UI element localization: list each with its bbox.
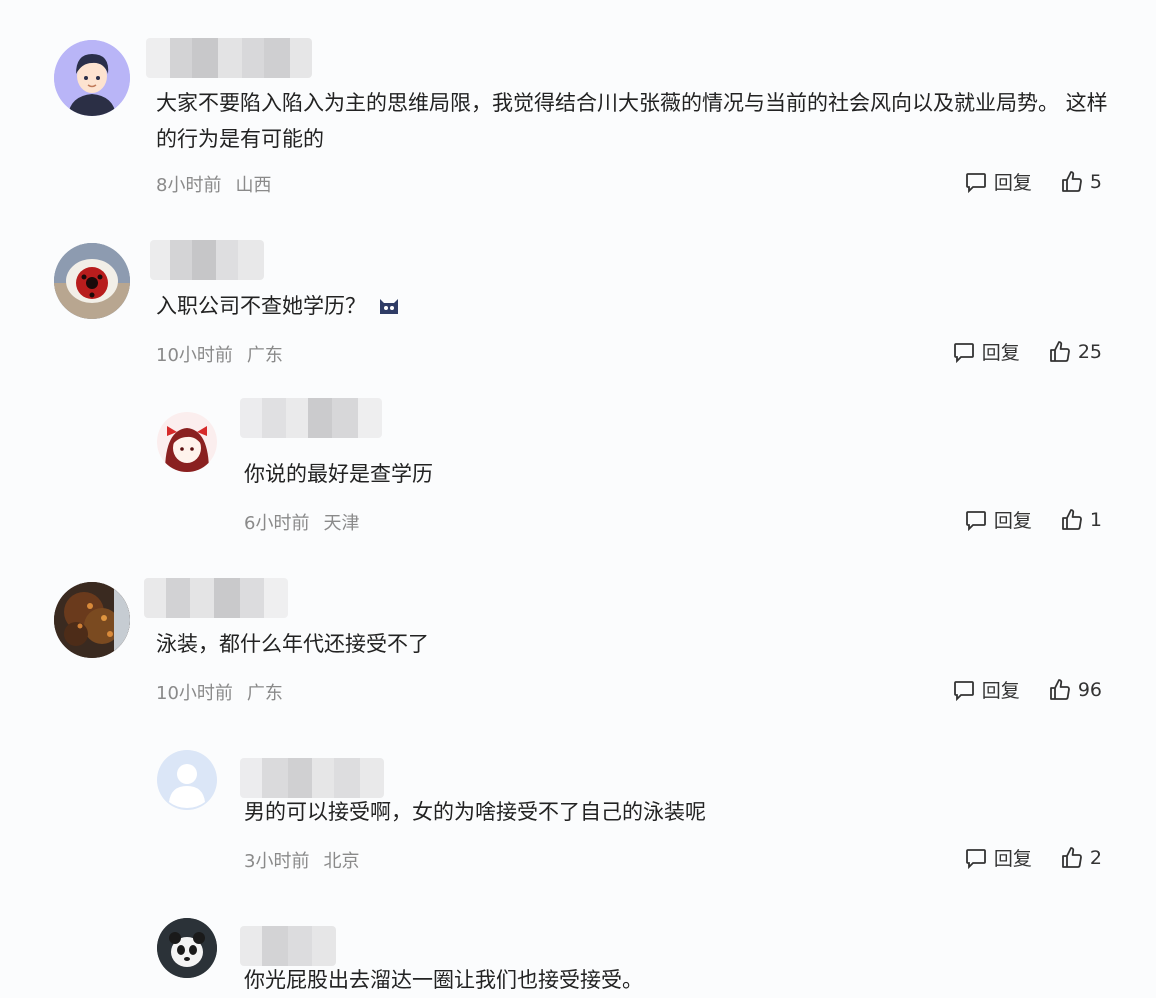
reply-actions: 回复 1 xyxy=(964,506,1102,533)
comment-meta: 10小时前 广东 xyxy=(156,341,283,367)
comment-meta: 8小时前 山西 xyxy=(156,171,271,197)
reply-button[interactable]: 回复 xyxy=(952,338,1020,365)
like-button[interactable]: 96 xyxy=(1048,678,1102,702)
avatar[interactable] xyxy=(157,412,217,472)
comment-time: 10小时前 xyxy=(156,683,233,704)
username-blurred[interactable] xyxy=(144,578,288,618)
reply-label: 回复 xyxy=(981,680,1020,702)
reply-text: 你说的最好是查学历 xyxy=(244,462,433,486)
like-button[interactable]: 2 xyxy=(1060,846,1102,870)
comment-meta: 10小时前 广东 xyxy=(156,679,283,705)
reply-button[interactable]: 回复 xyxy=(964,168,1032,195)
avatar[interactable] xyxy=(157,750,217,810)
like-button[interactable]: 5 xyxy=(1060,170,1102,194)
like-button[interactable]: 25 xyxy=(1048,340,1102,364)
reply-text: 你光屁股出去溜达一圈让我们也接受接受。 xyxy=(244,968,643,992)
thumbs-up-icon xyxy=(1049,340,1070,362)
comment-location: 山西 xyxy=(235,175,272,196)
comment-bubble-icon xyxy=(965,848,986,869)
comment-actions: 回复 25 xyxy=(952,338,1102,365)
username-blurred[interactable] xyxy=(146,38,312,78)
reply-label: 回复 xyxy=(981,342,1020,364)
comment-text: 大家不要陷入陷入为主的思维局限，我觉得结合川大张薇的情况与当前的社会风向以及就业… xyxy=(156,91,1108,151)
thumbs-up-icon xyxy=(1062,846,1082,868)
reply-button[interactable]: 回复 xyxy=(952,676,1020,703)
thumbs-up-icon xyxy=(1049,678,1070,700)
avatar[interactable] xyxy=(54,243,130,319)
comment-actions: 回复 96 xyxy=(952,676,1102,703)
like-button[interactable]: 1 xyxy=(1060,508,1102,532)
comment-text: 入职公司不查她学历？ xyxy=(156,288,756,324)
reply-time: 6小时前 xyxy=(244,513,310,534)
comment-location: 广东 xyxy=(246,345,283,366)
reply-button[interactable]: 回复 xyxy=(964,844,1032,871)
comment-time: 8小时前 xyxy=(156,175,222,196)
reply-time: 3小时前 xyxy=(244,851,310,872)
username-blurred[interactable] xyxy=(240,758,384,798)
reply-label: 回复 xyxy=(993,510,1032,532)
like-count: 5 xyxy=(1089,170,1102,193)
avatar[interactable] xyxy=(54,582,130,658)
like-count: 1 xyxy=(1089,508,1102,531)
comment-bubble-icon xyxy=(965,172,986,193)
username-blurred[interactable] xyxy=(240,398,382,438)
avatar[interactable] xyxy=(54,40,130,116)
reply-label: 回复 xyxy=(993,848,1032,870)
cat-face-emoji-icon xyxy=(379,299,398,314)
reply-location: 北京 xyxy=(323,851,360,872)
reply-location: 天津 xyxy=(323,513,360,534)
avatar[interactable] xyxy=(157,918,217,978)
username-blurred[interactable] xyxy=(240,926,336,966)
reply-meta: 3小时前 北京 xyxy=(244,847,359,873)
comment-bubble-icon xyxy=(953,342,974,363)
like-count: 2 xyxy=(1089,846,1102,869)
reply-text: 男的可以接受啊，女的为啥接受不了自己的泳装呢 xyxy=(244,800,706,824)
like-count: 96 xyxy=(1077,678,1102,701)
comment-bubble-icon xyxy=(953,680,974,701)
comment-actions: 回复 5 xyxy=(964,168,1102,195)
reply-button[interactable]: 回复 xyxy=(964,506,1032,533)
thumbs-up-icon xyxy=(1062,508,1082,530)
comment-bubble-icon xyxy=(965,510,986,531)
reply-actions: 回复 2 xyxy=(964,844,1102,871)
reply-meta: 6小时前 天津 xyxy=(244,509,359,535)
comment-time: 10小时前 xyxy=(156,345,233,366)
comment-text: 泳装，都什么年代还接受不了 xyxy=(156,632,429,656)
reply-label: 回复 xyxy=(993,172,1032,194)
comment-location: 广东 xyxy=(246,683,283,704)
thumbs-up-icon xyxy=(1062,170,1082,192)
comment-text-content: 入职公司不查她学历？ xyxy=(156,294,366,318)
like-count: 25 xyxy=(1077,340,1102,363)
username-blurred[interactable] xyxy=(150,240,264,280)
